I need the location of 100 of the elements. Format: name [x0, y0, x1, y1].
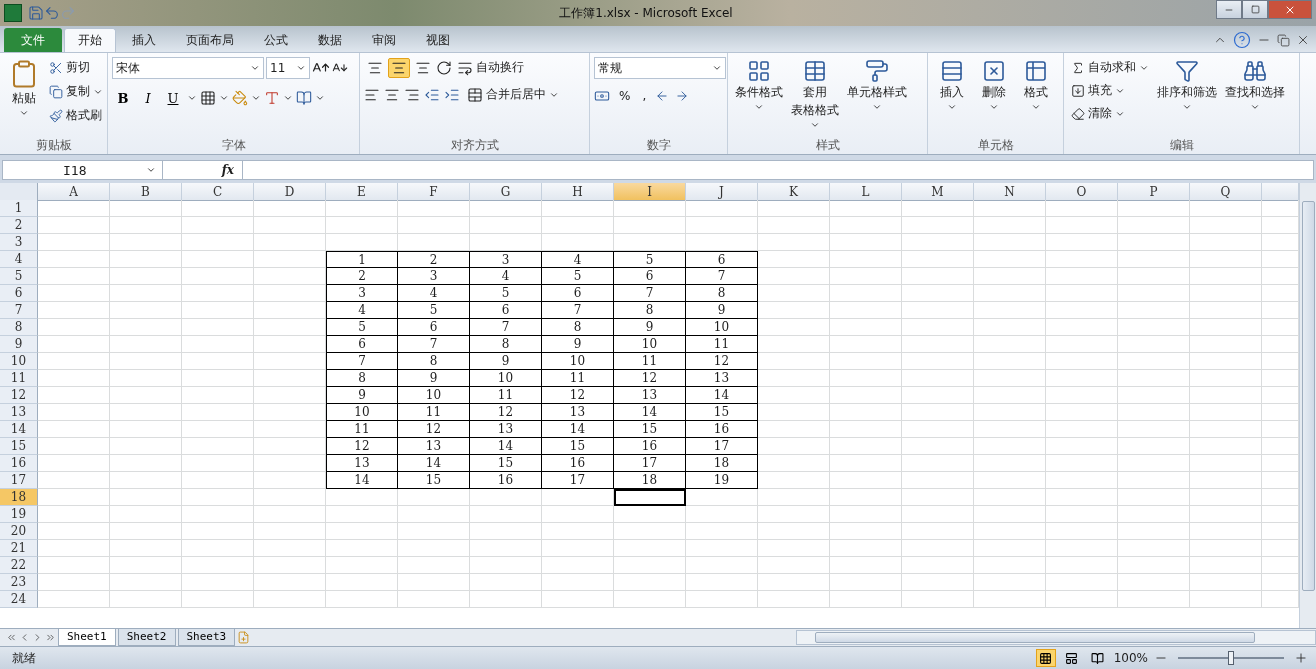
- table-cell[interactable]: [38, 285, 110, 302]
- table-cell[interactable]: [830, 557, 902, 574]
- table-cell[interactable]: 9: [614, 319, 686, 336]
- table-cell[interactable]: 7: [326, 353, 398, 370]
- table-cell[interactable]: 8: [326, 370, 398, 387]
- table-cell[interactable]: [542, 574, 614, 591]
- table-cell[interactable]: 11: [470, 387, 542, 404]
- row-header[interactable]: 2: [0, 217, 38, 234]
- minimize-button[interactable]: [1216, 0, 1242, 19]
- table-cell[interactable]: [326, 234, 398, 251]
- table-cell[interactable]: [758, 336, 830, 353]
- table-cell[interactable]: [110, 472, 182, 489]
- table-cell[interactable]: [1046, 370, 1118, 387]
- column-header[interactable]: F: [398, 183, 470, 201]
- table-cell[interactable]: [614, 557, 686, 574]
- table-cell[interactable]: [1190, 506, 1262, 523]
- ribbon-tab[interactable]: 插入: [118, 28, 170, 52]
- table-cell[interactable]: [1190, 523, 1262, 540]
- table-cell[interactable]: [254, 438, 326, 455]
- column-header[interactable]: O: [1046, 183, 1118, 201]
- table-cell[interactable]: 18: [614, 472, 686, 489]
- table-cell[interactable]: [1118, 506, 1190, 523]
- table-cell[interactable]: [542, 540, 614, 557]
- table-cell[interactable]: [38, 251, 110, 268]
- font-size-field[interactable]: 11: [266, 57, 310, 79]
- table-cell[interactable]: [326, 540, 398, 557]
- table-cell[interactable]: 19: [686, 472, 758, 489]
- vertical-align-button[interactable]: [388, 57, 410, 78]
- table-cell[interactable]: [830, 200, 902, 217]
- active-cell[interactable]: [614, 489, 686, 506]
- table-cell[interactable]: [686, 540, 758, 557]
- table-cell[interactable]: [182, 489, 254, 506]
- table-cell[interactable]: 7: [470, 319, 542, 336]
- table-cell[interactable]: 15: [686, 404, 758, 421]
- table-cell[interactable]: [542, 234, 614, 251]
- table-cell[interactable]: [398, 591, 470, 608]
- table-cell[interactable]: [254, 217, 326, 234]
- table-cell[interactable]: [398, 523, 470, 540]
- table-cell[interactable]: [398, 540, 470, 557]
- table-cell[interactable]: 3: [470, 251, 542, 268]
- table-cell[interactable]: [830, 268, 902, 285]
- table-cell[interactable]: [902, 302, 974, 319]
- table-cell[interactable]: [110, 268, 182, 285]
- table-cell[interactable]: 8: [398, 353, 470, 370]
- table-cell[interactable]: [110, 455, 182, 472]
- table-cell[interactable]: [38, 472, 110, 489]
- table-cell[interactable]: [110, 217, 182, 234]
- table-cell[interactable]: [470, 523, 542, 540]
- cells-button[interactable]: 格式: [1016, 57, 1056, 136]
- table-cell[interactable]: [974, 506, 1046, 523]
- table-cell[interactable]: [1046, 557, 1118, 574]
- table-cell[interactable]: [974, 234, 1046, 251]
- column-header[interactable]: K: [758, 183, 830, 201]
- table-cell[interactable]: 10: [542, 353, 614, 370]
- table-cell[interactable]: [182, 472, 254, 489]
- row-header[interactable]: 15: [0, 438, 38, 455]
- table-cell[interactable]: [254, 421, 326, 438]
- table-cell[interactable]: [902, 438, 974, 455]
- table-cell[interactable]: 4: [542, 251, 614, 268]
- ribbon-button[interactable]: 复制: [46, 81, 106, 102]
- table-cell[interactable]: [326, 217, 398, 234]
- table-cell[interactable]: [1190, 302, 1262, 319]
- table-cell[interactable]: [38, 234, 110, 251]
- table-cell[interactable]: [830, 353, 902, 370]
- table-cell[interactable]: [254, 251, 326, 268]
- table-cell[interactable]: [758, 319, 830, 336]
- table-cell[interactable]: [830, 336, 902, 353]
- table-cell[interactable]: [542, 557, 614, 574]
- table-cell[interactable]: [254, 285, 326, 302]
- table-cell[interactable]: [1046, 421, 1118, 438]
- ribbon-tab[interactable]: 视图: [412, 28, 464, 52]
- table-cell[interactable]: [254, 455, 326, 472]
- ribbon-tab[interactable]: 页面布局: [172, 28, 248, 52]
- column-header[interactable]: I: [614, 183, 686, 201]
- table-cell[interactable]: [758, 251, 830, 268]
- table-cell[interactable]: 8: [614, 302, 686, 319]
- table-cell[interactable]: [974, 455, 1046, 472]
- table-cell[interactable]: [254, 574, 326, 591]
- table-cell[interactable]: [182, 251, 254, 268]
- table-cell[interactable]: [1190, 370, 1262, 387]
- ribbon-tab[interactable]: 文件: [4, 28, 62, 52]
- row-header[interactable]: 18: [0, 489, 38, 506]
- table-cell[interactable]: [974, 472, 1046, 489]
- table-cell[interactable]: [1190, 489, 1262, 506]
- table-cell[interactable]: [758, 574, 830, 591]
- table-cell[interactable]: [1046, 234, 1118, 251]
- table-cell[interactable]: [1118, 489, 1190, 506]
- table-cell[interactable]: 3: [398, 268, 470, 285]
- table-cell[interactable]: [1046, 251, 1118, 268]
- table-cell[interactable]: [902, 285, 974, 302]
- table-cell[interactable]: [1046, 302, 1118, 319]
- table-cell[interactable]: [830, 302, 902, 319]
- table-cell[interactable]: [1046, 591, 1118, 608]
- table-cell[interactable]: [1046, 387, 1118, 404]
- table-cell[interactable]: [1118, 370, 1190, 387]
- table-cell[interactable]: 14: [470, 438, 542, 455]
- table-cell[interactable]: [182, 319, 254, 336]
- table-cell[interactable]: [542, 591, 614, 608]
- table-cell[interactable]: [38, 506, 110, 523]
- row-header[interactable]: 13: [0, 404, 38, 421]
